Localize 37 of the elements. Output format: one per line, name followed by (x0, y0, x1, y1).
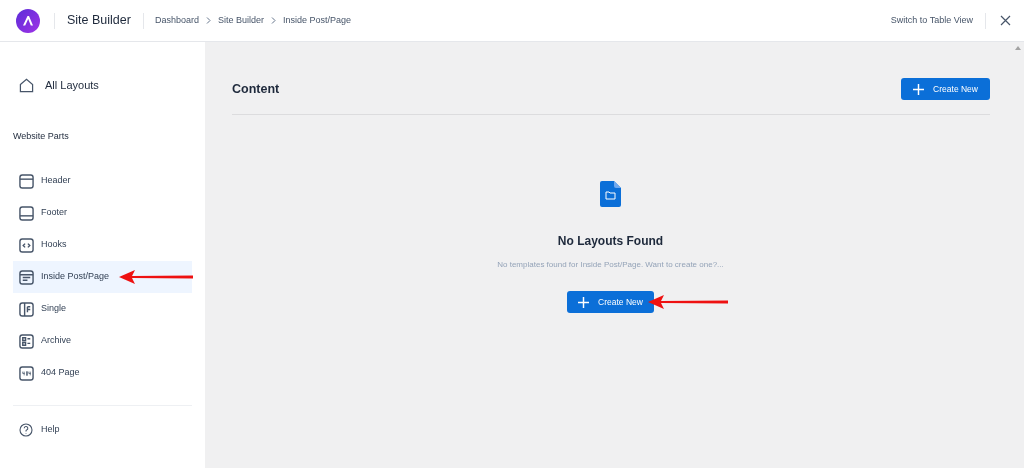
chevron-right-icon (271, 17, 277, 24)
sidebar-item[interactable]: Single (13, 293, 192, 325)
sidebar-item[interactable]: 404 Page (13, 357, 192, 389)
breadcrumb-link[interactable]: Dashboard (155, 13, 200, 28)
help-link[interactable]: Help (13, 423, 192, 437)
content-layout-icon (19, 269, 34, 285)
code-icon (19, 237, 34, 253)
chevron-right-icon (206, 17, 212, 24)
file-folder-icon (600, 181, 621, 207)
switch-view-button[interactable]: Switch to Table View (890, 13, 973, 28)
scroll-up-icon (1015, 46, 1021, 50)
empty-state-title: No Layouts Found (557, 233, 664, 250)
help-icon (19, 423, 33, 437)
breadcrumb-link[interactable]: Inside Post/Page (283, 13, 352, 28)
sidebar-item[interactable]: Footer (13, 197, 192, 229)
sidebar-item[interactable]: Archive (13, 325, 192, 357)
single-layout-icon (19, 301, 34, 317)
plus-icon (578, 296, 590, 308)
error-page-icon (19, 365, 34, 381)
footer-layout-icon (19, 205, 34, 221)
create-new-button[interactable]: Create New (567, 291, 654, 313)
sidebar-item[interactable]: Hooks (13, 229, 192, 261)
section-title: Content (232, 80, 280, 98)
plus-icon (913, 83, 925, 95)
all-layouts-link[interactable]: All Layouts (13, 77, 192, 94)
app-title: Site Builder (67, 12, 132, 30)
sidebar-item[interactable]: Inside Post/Page (13, 261, 192, 293)
logo-icon (16, 8, 40, 33)
empty-state-message: No templates found for Inside Post/Page. Want to create one?... (497, 259, 724, 271)
header-layout-icon (19, 173, 34, 189)
section-heading: Website Parts (13, 129, 70, 143)
home-icon (19, 77, 34, 93)
breadcrumb-link[interactable]: Site Builder (218, 13, 265, 28)
sidebar-item[interactable]: Header (13, 165, 192, 197)
archive-layout-icon (19, 333, 34, 349)
close-icon (999, 15, 1011, 26)
create-new-button[interactable]: Create New (901, 78, 990, 100)
